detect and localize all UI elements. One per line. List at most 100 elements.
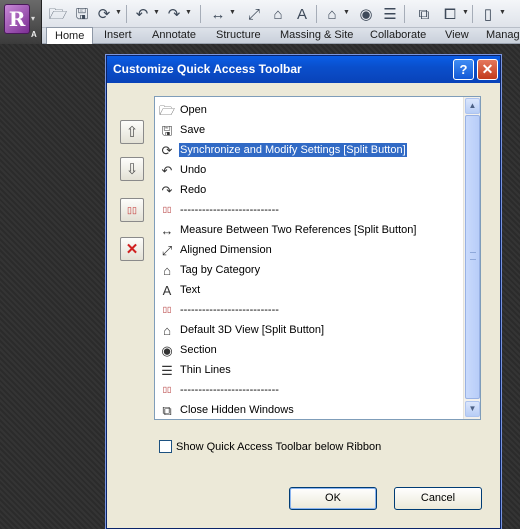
delete-icon: ✕: [125, 241, 139, 258]
section-icon: ◉: [161, 342, 173, 358]
save-icon[interactable]: 🖫: [72, 4, 92, 24]
tab-view[interactable]: View: [445, 28, 469, 44]
tab-massing-site[interactable]: Massing & Site: [280, 28, 353, 44]
tab-annotate[interactable]: Annotate: [152, 28, 196, 44]
3d-view-icon[interactable]: ⌂: [322, 4, 342, 24]
chevron-down-icon[interactable]: ▼: [185, 9, 192, 16]
move-down-button[interactable]: ⇩: [120, 157, 144, 181]
separator-icon: ▯▯: [162, 385, 172, 394]
scroll-grip: [470, 252, 476, 260]
measure-icon: ↔: [160, 222, 174, 238]
list-item[interactable]: ↶ Undo: [155, 160, 464, 180]
list-item[interactable]: ◉ Section: [155, 340, 464, 360]
ok-button[interactable]: OK: [289, 487, 377, 510]
close-button[interactable]: ✕: [477, 59, 498, 80]
list-item-label: Undo: [180, 164, 207, 176]
list-item[interactable]: ▯▯ ---------------------------: [155, 300, 464, 320]
list-item[interactable]: ⧉ Close Hidden Windows: [155, 400, 464, 419]
save-icon: 🖫: [161, 122, 173, 138]
arrow-up-icon: ⇧: [125, 124, 139, 141]
close-hidden-windows-icon: ⧉: [162, 402, 172, 418]
list-item-label: Redo: [180, 184, 207, 196]
close-hidden-windows-icon[interactable]: ⧉: [414, 4, 434, 24]
list-item[interactable]: A Text: [155, 280, 464, 300]
show-below-ribbon-checkbox[interactable]: [159, 440, 172, 453]
chevron-down-icon[interactable]: ▼: [462, 9, 469, 16]
application-menu-button[interactable]: R ▾ A: [0, 0, 42, 44]
tab-collaborate[interactable]: Collaborate: [370, 28, 426, 44]
tab-home[interactable]: Home: [46, 27, 94, 44]
redo-icon[interactable]: ↷: [164, 4, 184, 24]
chevron-down-icon[interactable]: ▼: [153, 9, 160, 16]
toolbar-separator: [316, 5, 317, 23]
chevron-down-icon: ▾: [31, 14, 36, 23]
tab-insert[interactable]: Insert: [104, 28, 132, 44]
list-item[interactable]: ▯▯ ---------------------------: [155, 380, 464, 400]
measure-icon[interactable]: ↔: [208, 4, 228, 24]
list-item-label: Thin Lines: [180, 364, 231, 376]
open-icon[interactable]: 🗁: [48, 4, 68, 24]
ribbon-tab-bar: Home Insert Annotate Structure Massing &…: [42, 27, 520, 44]
list-item[interactable]: ⌂ Default 3D View [Split Button]: [155, 320, 464, 340]
chevron-down-icon[interactable]: ▼: [343, 9, 350, 16]
remove-button[interactable]: ✕: [120, 237, 144, 261]
cancel-button[interactable]: Cancel: [394, 487, 482, 510]
tab-structure[interactable]: Structure: [216, 28, 261, 44]
undo-icon[interactable]: ↶: [132, 4, 152, 24]
move-up-button[interactable]: ⇧: [120, 120, 144, 144]
redo-icon: ↷: [161, 182, 173, 198]
list-item-label: Aligned Dimension: [180, 244, 272, 256]
separator-icon: ▯▯: [162, 305, 172, 314]
toolbar-separator: [404, 5, 405, 23]
checkbox-label: Show Quick Access Toolbar below Ribbon: [176, 440, 382, 453]
synchronize-icon[interactable]: ⟳: [94, 4, 114, 24]
scroll-down-button[interactable]: ▼: [465, 401, 480, 417]
list-item-label: Open: [180, 104, 207, 116]
list-item-label: ---------------------------: [180, 304, 279, 316]
separator-icon: ▯▯: [162, 205, 172, 214]
thin-lines-icon[interactable]: ☰: [380, 4, 400, 24]
chevron-down-icon[interactable]: ▼: [115, 9, 122, 16]
chevron-down-icon[interactable]: ▼: [229, 9, 236, 16]
arrow-down-icon: ⇩: [125, 161, 139, 178]
add-separator-button[interactable]: ▯▯: [120, 198, 144, 222]
list-item-label: Measure Between Two References [Split Bu…: [180, 224, 417, 236]
list-item-label: ---------------------------: [180, 204, 279, 216]
toolbar-separator: [200, 5, 201, 23]
aligned-dimension-icon[interactable]: ⤢: [244, 4, 264, 24]
text-icon: A: [162, 282, 172, 298]
scroll-up-button[interactable]: ▲: [465, 98, 480, 114]
list-item[interactable]: 🖫 Save: [155, 120, 464, 140]
chevron-down-icon[interactable]: ▼: [499, 9, 506, 16]
list-scrollbar[interactable]: ▲ ▼: [463, 97, 480, 419]
list-item[interactable]: ↷ Redo: [155, 180, 464, 200]
tab-manage[interactable]: Manag: [486, 28, 520, 44]
tag-icon[interactable]: ⌂: [268, 4, 288, 24]
list-item-label: Close Hidden Windows: [180, 404, 294, 416]
list-item[interactable]: ↔ Measure Between Two References [Split B…: [155, 220, 464, 240]
list-item[interactable]: ⤢ Aligned Dimension: [155, 240, 464, 260]
scroll-thumb[interactable]: [465, 115, 480, 399]
revit-logo-icon: R: [4, 4, 30, 34]
list-item-label: Text: [180, 284, 201, 296]
section-icon[interactable]: ◉: [356, 4, 376, 24]
separator-icon: ▯▯: [127, 204, 137, 215]
list-item[interactable]: 🗁 Open: [155, 100, 464, 120]
list-item-label: Tag by Category: [180, 264, 261, 276]
show-below-ribbon-checkbox-row[interactable]: Show Quick Access Toolbar below Ribbon: [159, 440, 381, 453]
dialog-title: Customize Quick Access Toolbar: [107, 56, 500, 83]
thin-lines-icon: ☰: [161, 362, 173, 378]
tag-icon: ⌂: [163, 262, 171, 278]
switch-windows-icon[interactable]: ⧠: [440, 4, 460, 24]
qat-customize-icon[interactable]: ▯: [478, 4, 498, 24]
list-item[interactable]: ▯▯ ---------------------------: [155, 200, 464, 220]
toolbar-separator: [126, 5, 127, 23]
list-item[interactable]: ☰ Thin Lines: [155, 360, 464, 380]
list-item[interactable]: ⟳ Synchronize and Modify Settings [Split …: [155, 140, 464, 160]
list-item[interactable]: ⌂ Tag by Category: [155, 260, 464, 280]
text-icon[interactable]: A: [292, 4, 312, 24]
customize-qat-dialog: Customize Quick Access Toolbar ? ✕ ⇧ ⇩ ▯…: [106, 55, 501, 529]
help-button[interactable]: ?: [453, 59, 474, 80]
list-item-label: Save: [180, 124, 206, 136]
qat-command-list[interactable]: 🗁 Open 🖫 Save ⟳ Synchronize and Modify Settin…: [154, 96, 481, 420]
